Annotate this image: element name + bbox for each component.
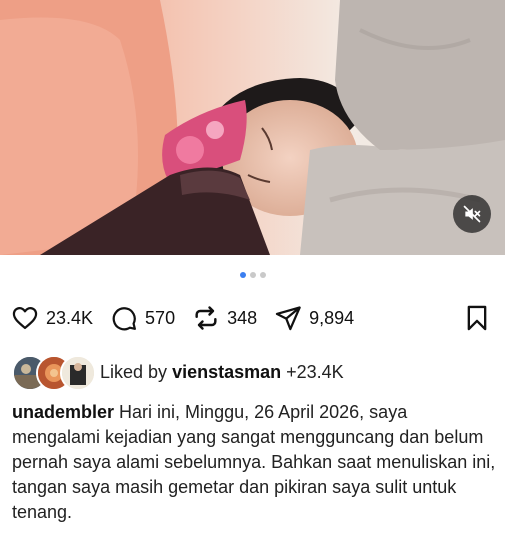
post-caption: unadembler Hari ini, Minggu, 26 April 20… (12, 400, 496, 525)
repost-icon (195, 306, 217, 330)
comment-button[interactable]: 570 (109, 304, 175, 332)
comment-icon (112, 307, 137, 331)
liked-by-username[interactable]: vienstasman (172, 362, 281, 382)
share-count: 9,894 (309, 307, 355, 328)
liked-by-row[interactable]: Liked by vienstasman +23.4K (12, 353, 344, 391)
speaker-muted-icon (463, 205, 481, 223)
like-count: 23.4K (46, 307, 94, 328)
liked-by-avatars (12, 355, 96, 391)
carousel-dot (249, 272, 256, 278)
repost-count: 348 (227, 307, 258, 328)
carousel-dot (259, 272, 266, 278)
comment-count: 570 (145, 307, 176, 328)
repost-button[interactable]: 348 (191, 304, 257, 332)
carousel-dot-active (239, 272, 246, 278)
like-button[interactable]: 23.4K (10, 304, 93, 332)
liked-by-count[interactable]: +23.4K (286, 362, 344, 382)
caption-username[interactable]: unadembler (12, 402, 114, 422)
action-bar: 23.4K 570 348 9,894 (10, 298, 491, 338)
liked-by-text: Liked by vienstasman +23.4K (100, 362, 344, 383)
carousel-indicator (0, 272, 505, 278)
post-media[interactable] (0, 0, 505, 255)
share-button[interactable]: 9,894 (273, 304, 354, 332)
heart-icon (12, 306, 38, 330)
send-icon (275, 306, 301, 331)
avatar (60, 355, 96, 391)
mute-button[interactable] (453, 195, 491, 233)
video-frame-image (0, 0, 505, 255)
liked-by-prefix: Liked by (100, 361, 168, 382)
bookmark-icon (467, 305, 487, 331)
save-button[interactable] (463, 303, 491, 333)
